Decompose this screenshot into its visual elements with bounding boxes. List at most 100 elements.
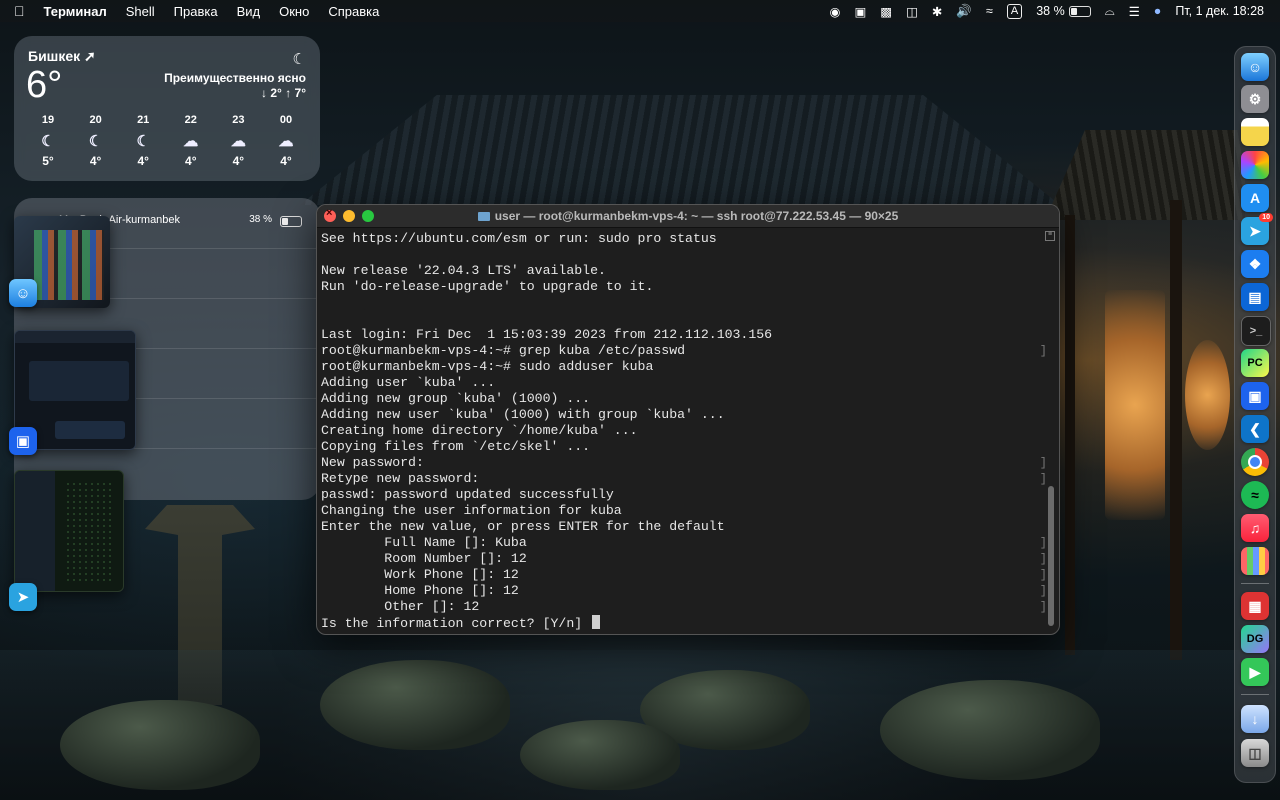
terminal-line: Other []: 12] [321,599,1047,615]
terminal-line-text: Changing the user information for kuba [321,503,622,518]
terminal-line: New release '22.04.3 LTS' available. [321,263,1041,279]
thumbnail-content [55,421,125,439]
input-source-icon[interactable]: A [1006,3,1023,19]
terminal-line: Run 'do-release-upgrade' to upgrade to i… [321,279,1041,295]
hour-time: 21 [137,114,150,126]
terminal-line: See https://ubuntu.com/esm or run: sudo … [321,231,1041,247]
vscode-icon[interactable]: ❮ [1241,415,1269,443]
menu-edit[interactable]: Правка [174,4,218,19]
activity-icon[interactable]: ≈ [986,4,993,18]
menu-shell[interactable]: Shell [126,4,155,19]
terminal-line-text: Home Phone []: 12 [321,583,519,598]
terminal-line: Is the information correct? [Y/n] [321,615,1041,631]
spotify-icon[interactable]: ≈ [1241,481,1269,509]
finder-icon[interactable]: ☺ [1241,53,1269,81]
record-icon[interactable]: ◉ [830,4,841,19]
volume-icon[interactable]: 🔊 [956,4,972,19]
pycharm-icon[interactable]: PC [1241,349,1269,377]
terminal-line-text: New password: [321,455,424,470]
terminal-line-text: Creating home directory `/home/kuba' ... [321,423,638,438]
line-marker: ] [1039,472,1047,486]
terminal-window[interactable]: user — root@kurmanbekm-vps-4: ~ — ssh ro… [316,204,1060,635]
terminal-line: Enter the new value, or press ENTER for … [321,519,1041,535]
scroll-menu-icon[interactable]: ≡ [1045,231,1055,241]
launchpad-icon[interactable] [1241,547,1269,575]
scrollbar[interactable]: ≡ [1045,231,1055,631]
app-store-icon[interactable]: A [1241,184,1269,212]
trash-icon[interactable]: ◫ [1241,739,1269,767]
hour-time: 22 [184,114,197,126]
terminal-icon[interactable]: >_ [1241,316,1271,346]
weather-hour: 00 ☁ 4° [266,114,306,168]
weather-condition: Преимущественно ясно [164,71,306,85]
terminal-line-text: Work Phone []: 12 [321,567,519,582]
downloads-icon[interactable]: ↓ [1241,705,1269,733]
hour-temp: 5° [42,154,54,168]
scroll-thumb[interactable] [1048,486,1054,626]
weather-hour: 21 ☾ 4° [123,114,163,168]
finder-icon[interactable]: ☺ [9,279,37,307]
terminal-line-text: Copying files from `/etc/skel' ... [321,439,591,454]
battery-icon[interactable] [1068,5,1091,17]
dock-separator [1241,694,1269,695]
app-menu[interactable]: Терминал [44,4,107,19]
title-bar[interactable]: user — root@kurmanbekm-vps-4: ~ — ssh ro… [317,205,1059,228]
trello-icon[interactable]: ▤ [1241,283,1269,311]
preview-icon[interactable]: ▦ [1241,592,1269,620]
apple-menu-icon[interactable]:  [14,3,25,19]
safari-icon[interactable]: ❖ [1241,250,1269,278]
cloud-moon-icon: ☁ [278,133,294,150]
music-icon[interactable]: ♫ [1241,514,1269,542]
wallpaper-beam [1065,215,1075,655]
bluetooth-icon[interactable]: ✱ [932,4,942,19]
stage-thumbnail-telegram[interactable] [14,470,124,592]
weather-temperature: 6° [26,64,63,106]
weather-widget[interactable]: Бишкек ➚ 6° ☾ Преимущественно ясно ↓ 2° … [14,36,320,181]
wallpaper-window-glow [1185,340,1230,450]
terminal-line-text: root@kurmanbekm-vps-4:~# sudo adduser ku… [321,359,654,374]
folder-icon [477,212,490,221]
moon-icon: ☾ [88,133,103,150]
siri-icon[interactable]: ● [1154,4,1162,18]
terminal-line: Last login: Fri Dec 1 15:03:39 2023 from… [321,327,1041,343]
terminal-line-text: Run 'do-release-upgrade' to upgrade to i… [321,279,654,294]
docker-icon[interactable]: ▣ [9,427,37,455]
line-marker: ] [1039,536,1047,550]
telegram-icon[interactable]: ➤ [9,583,37,611]
wallpaper-roof [300,95,1060,205]
control-center-icon[interactable]: ☰ [1129,4,1140,19]
text-cursor [592,615,601,629]
docker-status-icon[interactable]: ▣ [854,4,866,19]
screen-share-icon[interactable]: ▩ [880,4,892,19]
chrome-icon[interactable] [1241,448,1269,476]
terminal-line-text: Is the information correct? [Y/n] [321,616,591,631]
menu-help[interactable]: Справка [328,4,379,19]
datagrip-icon[interactable]: DG [1241,625,1269,653]
terminal-line: Retype new password:] [321,471,1047,487]
facetime-icon[interactable]: ▶ [1241,658,1269,686]
photos-icon[interactable] [1241,151,1269,179]
system-settings-icon[interactable]: ⚙ [1241,85,1269,113]
terminal-output[interactable]: See https://ubuntu.com/esm or run: sudo … [321,231,1047,634]
terminal-line: Work Phone []: 12] [321,567,1047,583]
cloud-icon: ☁ [230,133,246,150]
battery-percent[interactable]: 38 % [1036,4,1065,18]
window-title: user — root@kurmanbekm-vps-4: ~ — ssh ro… [317,209,1059,223]
cloud-moon-icon: ☁ [183,133,199,150]
notes-icon[interactable] [1241,118,1269,146]
wallpaper-beam [1170,200,1182,660]
telegram-icon[interactable]: ➤ 10 [1241,213,1273,245]
date-time[interactable]: Пт, 1 дек. 18:28 [1175,4,1264,18]
docker-icon[interactable]: ▣ [1241,382,1269,410]
line-marker: ] [1039,552,1047,566]
menu-window[interactable]: Окно [279,4,309,19]
menu-view[interactable]: Вид [237,4,261,19]
hour-temp: 4° [280,154,292,168]
hour-temp: 4° [89,154,102,168]
wallpaper-roof-right [1045,130,1245,220]
stage-manager-icon[interactable]: ◫ [906,4,918,19]
dock: ☺ ⚙ A ➤ 10 ❖ ▤ >_ PC ▣ ❮ ≈ ♫ ▦ DG ▶ ↓ ◫ [1234,46,1276,783]
wifi-icon[interactable]: ⌓ [1105,4,1115,19]
line-marker: ] [1039,456,1047,470]
